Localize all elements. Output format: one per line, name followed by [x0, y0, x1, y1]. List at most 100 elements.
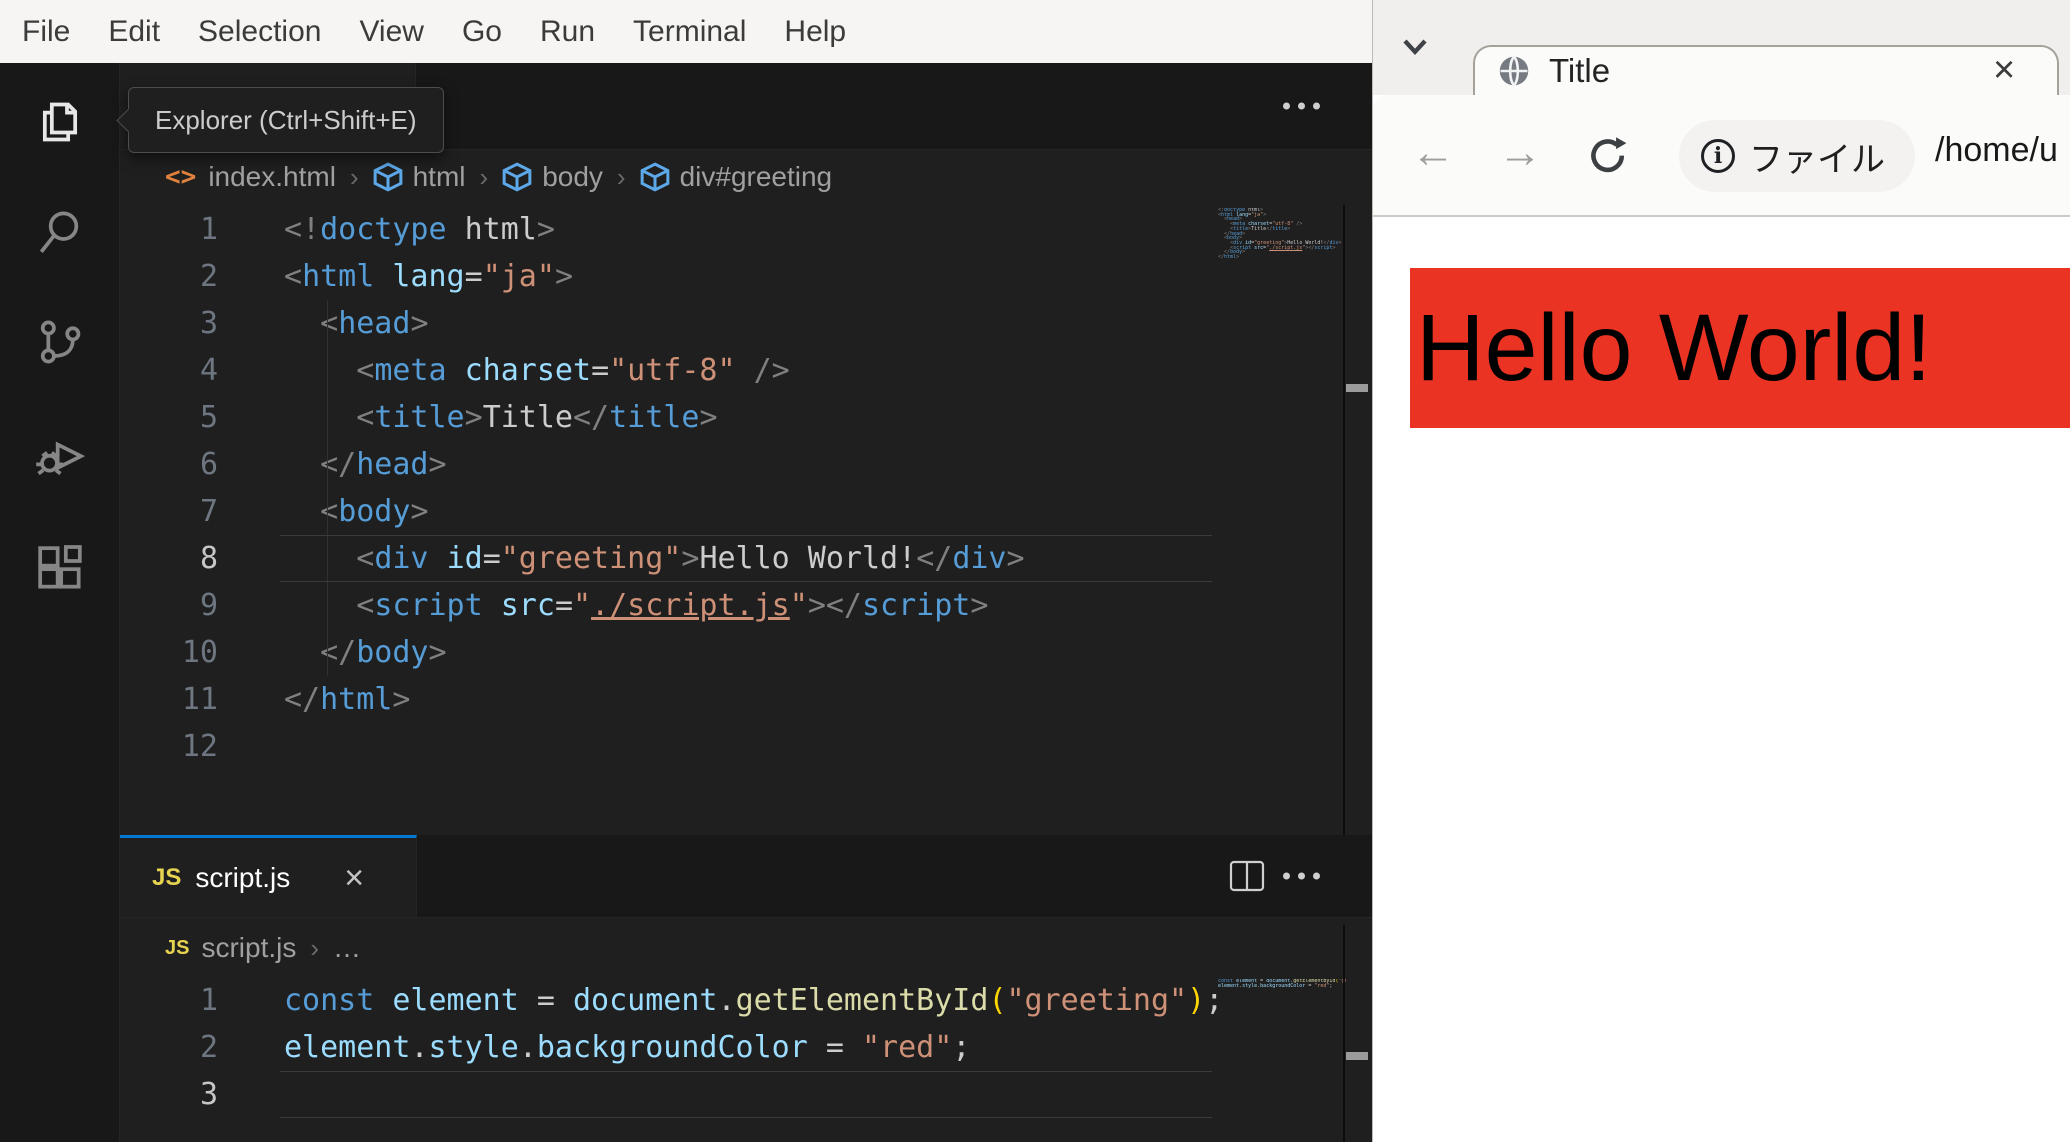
close-icon[interactable]: × [1993, 49, 2015, 92]
breadcrumb-separator: › [310, 932, 320, 963]
chip-label: ファイル [1749, 140, 1885, 179]
code-line[interactable]: 10 </body> [120, 629, 1372, 676]
code-text: </html> [284, 682, 411, 717]
js-file-icon: JS [165, 936, 190, 959]
more-actions-icon[interactable] [1279, 872, 1324, 880]
menu-item-selection[interactable]: Selection [198, 15, 321, 49]
screen: File Edit Selection View Go Run Terminal Help i… [0, 0, 2070, 1142]
reload-icon[interactable] [1585, 133, 1631, 179]
forward-icon[interactable]: → [1498, 131, 1542, 175]
breadcrumb-item[interactable]: html [373, 161, 466, 193]
scrollbar-track-border [1343, 205, 1345, 835]
code-text: <body> [320, 494, 429, 529]
editor-script-js[interactable]: 1 const element = document.getElementById… [120, 977, 1372, 1137]
line-number: 4 [199, 353, 218, 388]
menu-item-help[interactable]: Help [784, 15, 846, 49]
tab-label: script.js [195, 861, 291, 893]
menu-item-view[interactable]: View [359, 15, 423, 49]
line-number: 7 [199, 494, 218, 529]
code-line[interactable]: 1 <!doctype html> [120, 206, 1372, 253]
code-line[interactable]: 11 </html> [120, 676, 1372, 723]
symbol-element-icon [502, 162, 532, 192]
overview-ruler-cursor-marker[interactable] [1346, 384, 1368, 392]
browser-tab-strip: Title × [1373, 0, 2070, 95]
code-text: </body> [320, 635, 447, 670]
menu-item-run[interactable]: Run [540, 15, 595, 49]
menu-item-file[interactable]: File [22, 15, 70, 49]
extensions-icon[interactable] [0, 528, 120, 608]
breadcrumb-item[interactable]: <> index.html [165, 161, 336, 193]
breadcrumb-item[interactable]: JS script.js [165, 932, 296, 964]
minimap[interactable]: <!doctype html> <html lang="ja"> <head> <… [1218, 208, 1346, 264]
browser-tab-title: Title [1549, 52, 1611, 89]
breadcrumb: <> index.html › html › body › div#greeting [120, 150, 1372, 204]
scrollbar-track-border [1343, 925, 1345, 1142]
code-line[interactable]: 2 element.style.backgroundColor = "red"; [120, 1024, 1372, 1071]
code-line[interactable]: 1 const element = document.getElementById… [120, 977, 1372, 1024]
breadcrumb-more[interactable]: … [333, 932, 361, 964]
code-line[interactable]: 4 <meta charset="utf-8" /> [120, 347, 1372, 394]
activity-bar [0, 63, 120, 1142]
menu-item-terminal[interactable]: Terminal [633, 15, 746, 49]
symbol-element-icon [373, 162, 403, 192]
explorer-icon[interactable] [0, 82, 120, 162]
menu-item-go[interactable]: Go [462, 15, 502, 49]
source-control-icon[interactable] [0, 302, 120, 382]
html-file-icon: <> [165, 162, 197, 192]
greeting-div: Hello World! [1410, 268, 2070, 428]
vscode-menu-bar: File Edit Selection View Go Run Terminal Help [0, 0, 1372, 63]
more-actions-icon[interactable] [1279, 102, 1324, 110]
overview-ruler-cursor-marker[interactable] [1346, 1052, 1368, 1060]
js-file-icon: JS [152, 863, 182, 891]
breadcrumb-label: body [542, 161, 603, 192]
code-line[interactable]: 5 <title>Title</title> [120, 394, 1372, 441]
line-number: 1 [199, 983, 218, 1018]
editor-index-html[interactable]: 1 <!doctype html> 2 <html lang="ja"> 3 <head… [120, 206, 1372, 836]
breadcrumb: JS script.js › … [120, 924, 1372, 972]
code-line[interactable]: 3 <head> [120, 300, 1372, 347]
breadcrumb-item[interactable]: body [502, 161, 603, 193]
code-text: <script src="./script.js"></script> [356, 588, 989, 623]
search-icon[interactable] [0, 192, 120, 272]
line-number: 6 [199, 447, 218, 482]
info-icon[interactable]: i [1701, 139, 1735, 173]
tab-search-chevron-icon[interactable] [1389, 20, 1441, 72]
explorer-tooltip: Explorer (Ctrl+Shift+E) [116, 87, 444, 153]
breadcrumb-label: html [412, 161, 466, 192]
code-line[interactable]: 6 </head> [120, 441, 1372, 488]
breadcrumb-label: script.js [201, 932, 297, 963]
run-and-debug-icon[interactable] [0, 415, 120, 495]
line-number: 8 [199, 541, 218, 576]
greeting-text: Hello World! [1416, 294, 1932, 401]
url-text[interactable]: /home/u [1935, 131, 2058, 170]
back-icon[interactable]: ← [1411, 131, 1455, 175]
split-editor-icon[interactable] [1228, 859, 1266, 893]
code-line[interactable]: 7 <body> [120, 488, 1372, 535]
browser-tab[interactable]: Title × [1473, 45, 2059, 95]
code-line[interactable]: 12 [120, 723, 1372, 770]
browser-toolbar: ← → i ファイル /home/u [1373, 95, 2070, 217]
current-line-highlight [280, 535, 1212, 582]
code-text: const element = document.getElementById(… [284, 983, 1224, 1018]
breadcrumb-separator: › [349, 161, 359, 192]
close-icon[interactable]: × [344, 861, 364, 895]
minimap[interactable]: const element = document.getElementById(… [1218, 979, 1346, 993]
panel-tab-bar: JS script.js × [120, 835, 1372, 918]
code-text: <title>Title</title> [356, 400, 718, 435]
tab-script-js[interactable]: JS script.js × [120, 835, 417, 917]
line-number: 11 [181, 682, 218, 717]
code-text: <meta charset="utf-8" /> [356, 353, 790, 388]
breadcrumb-item[interactable]: div#greeting [640, 161, 832, 193]
menu-item-edit[interactable]: Edit [108, 15, 160, 49]
file-scheme-chip[interactable]: i ファイル [1679, 120, 1915, 192]
code-text: <html lang="ja"> [284, 259, 573, 294]
line-number: 1 [199, 212, 218, 247]
code-text: element.style.backgroundColor = "red"; [284, 1030, 971, 1065]
globe-favicon [1495, 52, 1533, 90]
code-line[interactable]: 2 <html lang="ja"> [120, 253, 1372, 300]
code-line[interactable]: 9 <script src="./script.js"></script> [120, 582, 1372, 629]
line-number: 3 [199, 306, 218, 341]
line-number: 2 [199, 1030, 218, 1065]
line-number: 9 [199, 588, 218, 623]
code-text: <!doctype html> [284, 212, 555, 247]
